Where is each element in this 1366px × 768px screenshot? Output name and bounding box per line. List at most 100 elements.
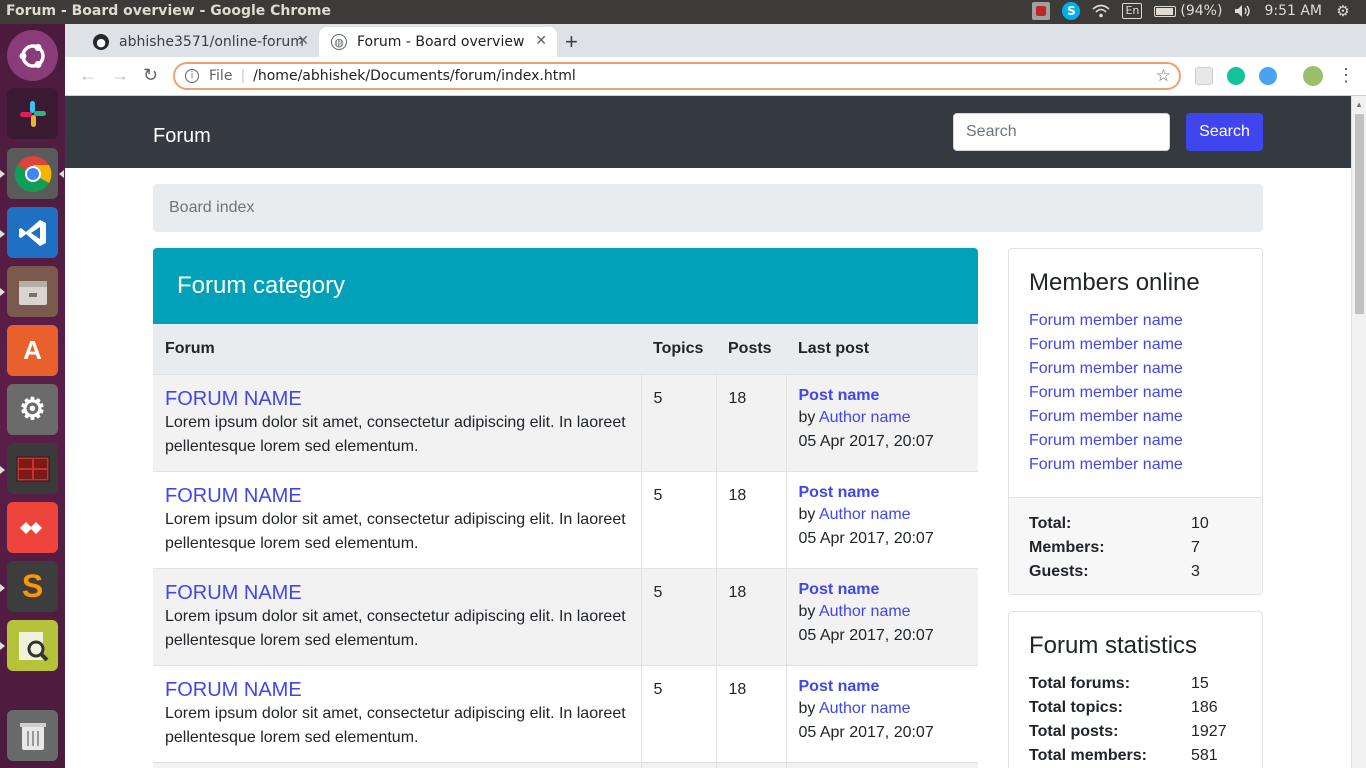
forum-name-link[interactable]: FORUM NAME (165, 387, 629, 411)
address-separator: | (240, 68, 246, 84)
topics-count: 5 (641, 374, 717, 472)
topics-count: 5 (641, 471, 717, 569)
member-link[interactable]: Forum member name (1029, 357, 1262, 381)
page-scrollbar[interactable]: ▲ (1351, 96, 1366, 768)
battery-percentage: (94%) (1180, 3, 1223, 19)
anydesk-icon[interactable] (7, 502, 58, 553)
tab-forum[interactable]: ◍ Forum - Board overview ✕ (319, 27, 557, 57)
member-link[interactable]: Forum member name (1029, 309, 1262, 333)
topics-count: 5 (641, 568, 717, 666)
slack-icon[interactable] (7, 88, 58, 139)
new-tab-icon[interactable]: + (565, 29, 578, 55)
software-center-icon[interactable]: A (7, 325, 58, 376)
forward-arrow-icon[interactable]: → (111, 65, 129, 86)
bookmark-star-icon[interactable]: ☆ (1156, 66, 1171, 86)
close-tab-icon[interactable]: ✕ (535, 33, 547, 49)
by-label: by (798, 602, 819, 620)
forum-name-link[interactable]: FORUM NAME (165, 678, 629, 702)
trash-icon[interactable] (7, 710, 58, 761)
author-link[interactable]: Author name (819, 506, 911, 523)
stat-row: Total topics: 186 (1029, 696, 1242, 720)
clock[interactable]: 9:51 AM (1264, 3, 1322, 19)
member-link[interactable]: Forum member name (1029, 453, 1262, 477)
member-link[interactable]: Forum member name (1029, 429, 1262, 453)
member-link[interactable]: Forum member name (1029, 405, 1262, 429)
active-indicator-icon (59, 170, 64, 178)
topics-count: 5 (641, 665, 717, 763)
browser-tab-strip: ● abhishe3571/online-forum ✕ ◍ Forum - B… (65, 24, 1366, 57)
forum-statistics-title: Forum statistics (1029, 632, 1198, 659)
last-post-link[interactable]: Post name (799, 580, 967, 600)
running-indicator-icon (0, 230, 5, 238)
battery-indicator[interactable]: (94%) (1154, 3, 1222, 19)
extension-shield-icon[interactable] (1259, 67, 1277, 85)
address-bar[interactable]: i File | /home/abhishek/Documents/forum/… (173, 62, 1181, 90)
tab-github[interactable]: ● abhishe3571/online-forum ✕ (81, 27, 319, 57)
scrollbar-thumb[interactable] (1355, 114, 1364, 314)
back-arrow-icon[interactable]: ← (79, 65, 97, 86)
total-row: Total: 10 (1029, 512, 1242, 536)
breadcrumb[interactable]: Board index (153, 184, 1263, 232)
running-indicator-icon (0, 170, 5, 178)
search-input[interactable] (953, 113, 1170, 151)
member-link[interactable]: Forum member name (1029, 381, 1262, 405)
by-label: by (798, 699, 819, 717)
author-link[interactable]: Author name (819, 603, 911, 620)
last-post-link[interactable]: Post name (799, 386, 967, 406)
site-brand[interactable]: Forum (153, 125, 211, 148)
volume-icon[interactable] (1234, 2, 1252, 20)
forum-row: FORUM NAME Lorem ipsum dolor sit amet, c… (153, 471, 978, 569)
sublime-text-icon[interactable]: S (7, 561, 58, 612)
skype-icon[interactable]: S (1062, 2, 1081, 20)
close-tab-icon[interactable]: ✕ (297, 33, 309, 49)
settings-gear-icon[interactable]: ⚙ (1334, 2, 1352, 20)
forum-name-link[interactable]: FORUM NAME (165, 484, 629, 508)
extension-icon[interactable] (1195, 67, 1213, 85)
column-header-posts: Posts (716, 324, 786, 375)
last-post-link[interactable]: Post name (799, 483, 967, 503)
record-icon[interactable] (1032, 2, 1051, 20)
profile-avatar[interactable] (1303, 66, 1323, 86)
author-link[interactable]: Author name (819, 409, 911, 426)
posts-count: 18 (716, 374, 787, 472)
info-icon[interactable]: i (185, 69, 199, 83)
author-link[interactable]: Author name (819, 700, 911, 717)
column-header-topics: Topics (641, 324, 716, 375)
total-label: Total: (1029, 515, 1072, 532)
members-value: 7 (1191, 539, 1200, 556)
reload-icon[interactable]: ↻ (143, 65, 158, 86)
document-viewer-icon[interactable] (7, 620, 58, 671)
forum-name-link[interactable]: FORUM NAME (165, 581, 629, 605)
system-tray: S En (94%) 9:51 AM ⚙ (1032, 2, 1352, 20)
last-post-link[interactable]: Post name (799, 677, 967, 697)
file-manager-icon[interactable] (7, 266, 58, 317)
globe-icon: ◍ (331, 34, 347, 50)
post-date: 05 Apr 2017, 20:07 (798, 529, 934, 547)
guests-label: Guests: (1029, 563, 1089, 580)
wifi-icon[interactable] (1092, 2, 1111, 20)
forum-statistics-body: Total forums: 15 Total topics: 186 Total p… (1009, 672, 1262, 768)
scroll-up-arrow-icon[interactable]: ▲ (1355, 100, 1363, 109)
grammarly-icon[interactable] (1227, 67, 1245, 85)
members-online-title: Members online (1029, 269, 1200, 296)
column-header-last-post: Last post (786, 324, 978, 375)
vscode-icon[interactable] (7, 207, 58, 258)
battery-icon (1154, 5, 1177, 17)
system-settings-icon[interactable]: ⚙ (7, 384, 58, 435)
member-link[interactable]: Forum member name (1029, 333, 1262, 357)
terminal-icon[interactable] (7, 443, 58, 494)
keyboard-layout-indicator[interactable]: En (1122, 3, 1143, 19)
ubuntu-dash-icon[interactable] (7, 30, 58, 81)
forum-description: Lorem ipsum dolor sit amet, consectetur … (165, 413, 626, 455)
chrome-icon[interactable] (7, 148, 58, 199)
stat-value: 15 (1191, 675, 1209, 692)
running-indicator-icon (0, 466, 5, 474)
address-url[interactable]: /home/abhishek/Documents/forum/index.htm… (253, 68, 576, 84)
guests-row: Guests: 3 (1029, 560, 1242, 584)
total-value: 10 (1191, 515, 1209, 532)
members-online-card: Members online Forum member name Forum m… (1008, 248, 1263, 595)
search-button[interactable]: Search (1186, 113, 1263, 151)
chrome-menu-icon[interactable]: ⋮ (1337, 65, 1355, 86)
posts-count: 18 (716, 471, 787, 569)
members-online-totals: Total: 10 Members: 7 Guests: 3 (1009, 497, 1262, 594)
